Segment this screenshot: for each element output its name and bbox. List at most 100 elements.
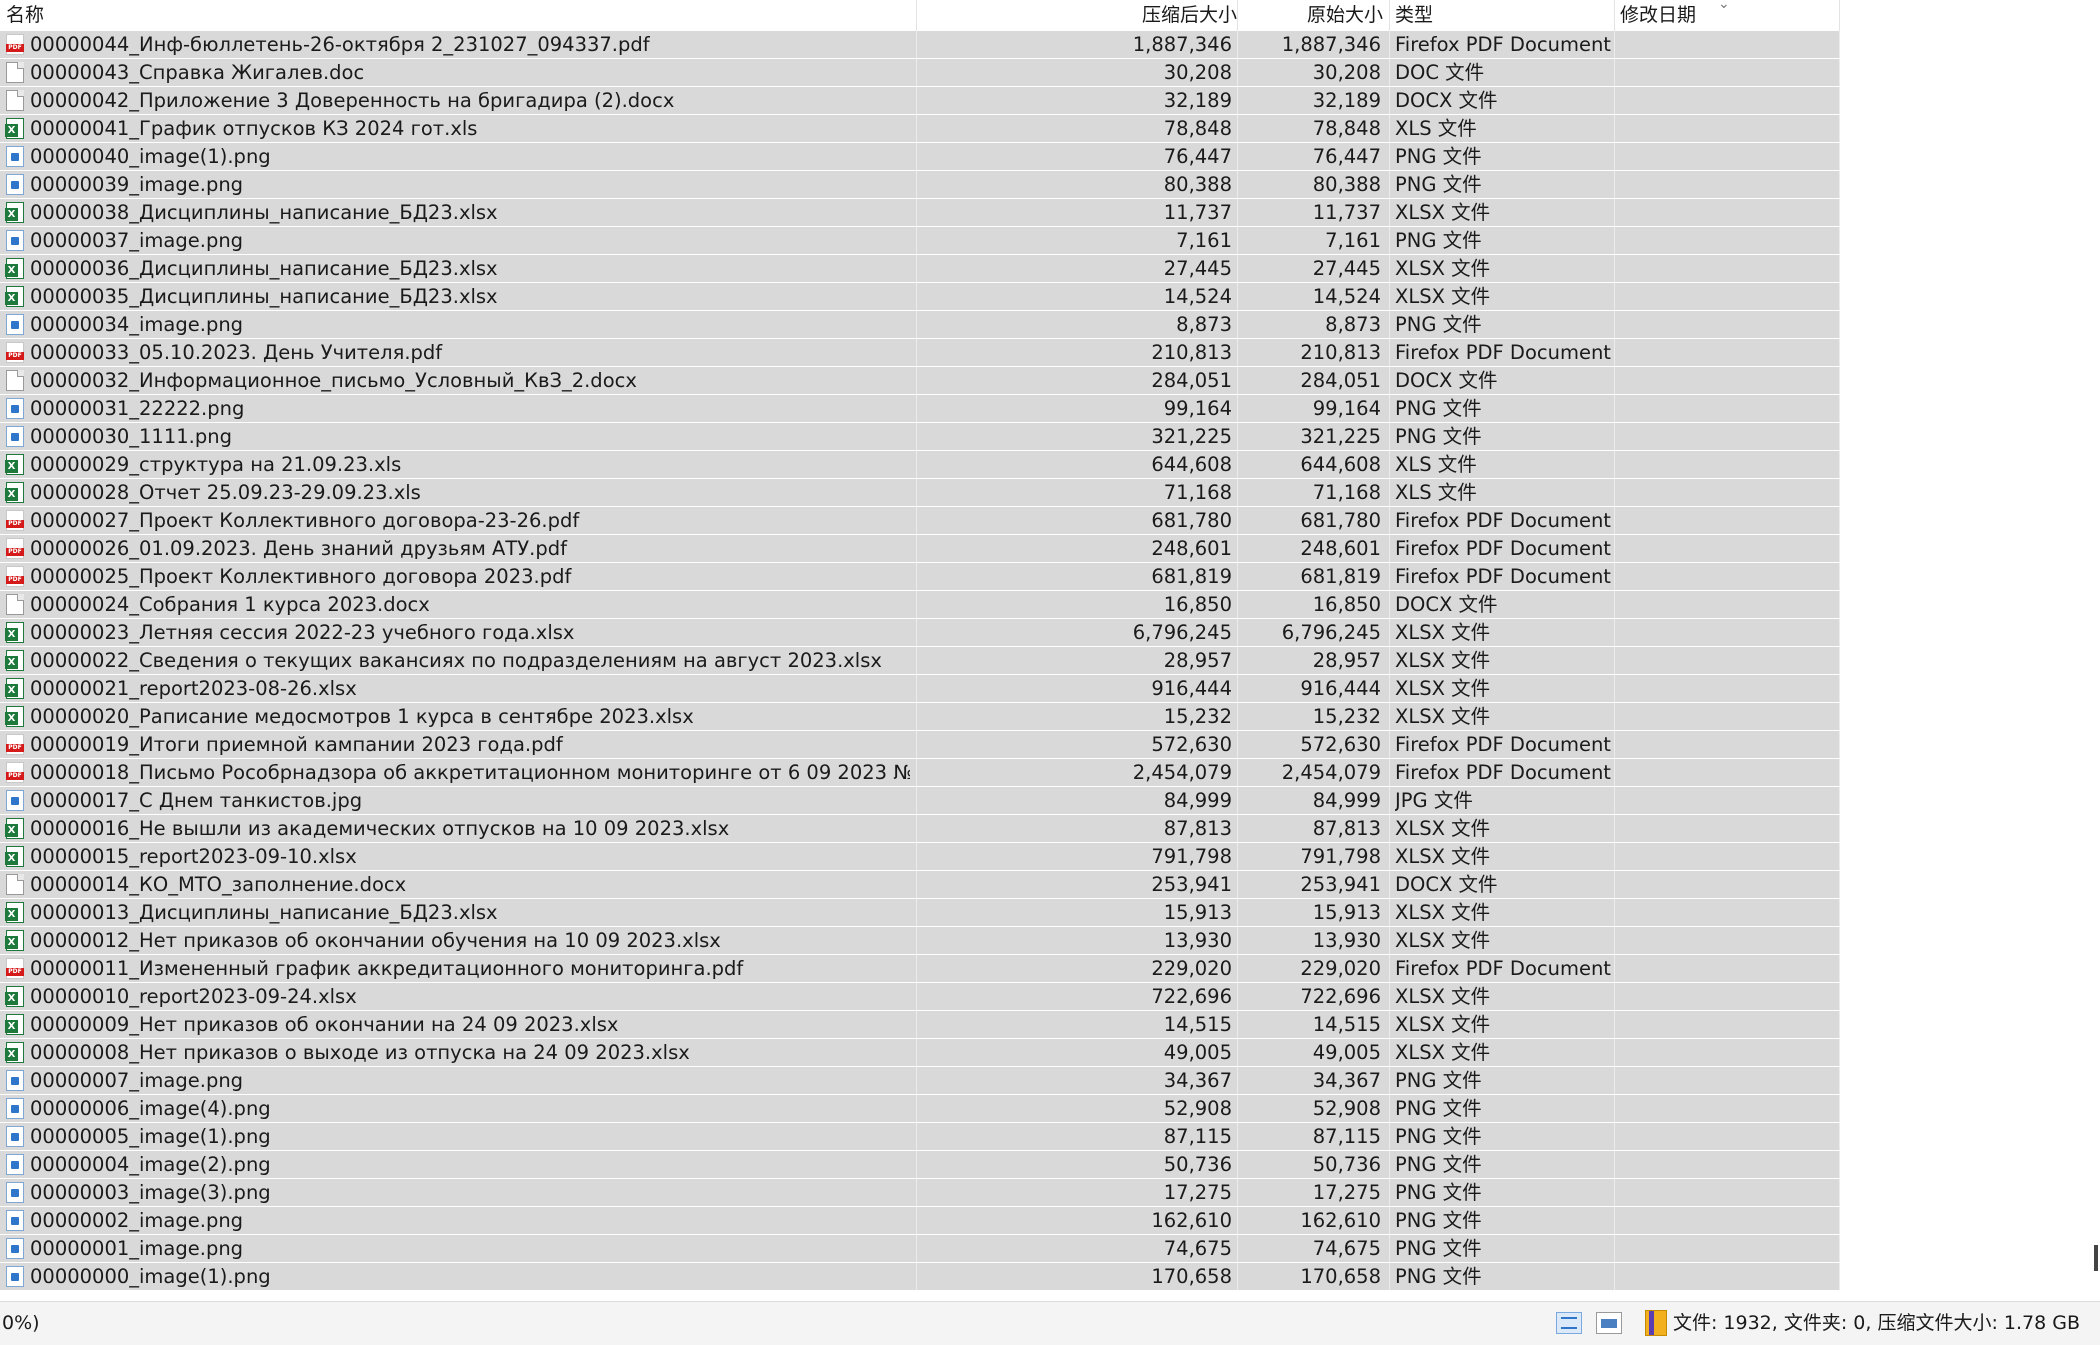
table-row[interactable]: 00000011_Измененный график аккредитацион… [0,955,1840,982]
table-row[interactable]: 00000019_Итоги приемной кампании 2023 го… [0,731,1840,758]
scroll-indicator[interactable] [2094,1245,2098,1271]
column-divider [1237,1263,1238,1290]
table-row[interactable]: 00000017_С Днем танкистов.jpg 84,999 84,99… [0,787,1840,814]
table-row[interactable]: 00000037_image.png 7,161 7,161 PNG 文件 [0,227,1840,254]
column-header-type[interactable]: 类型 [1395,0,1615,31]
table-row[interactable]: 00000034_image.png 8,873 8,873 PNG 文件 [0,311,1840,338]
file-type: XLSX 文件 [1395,201,1491,224]
compressed-size: 284,051 [1151,369,1232,392]
original-size: 14,524 [1312,285,1381,308]
table-row[interactable]: 00000039_image.png 80,388 80,388 PNG 文件 [0,171,1840,198]
table-row[interactable]: 00000031_22222.png 99,164 99,164 PNG 文件 [0,395,1840,422]
excel-spreadsheet-icon [5,650,24,671]
column-divider [916,787,917,814]
excel-spreadsheet-icon [5,902,24,923]
column-divider [1839,1179,1840,1206]
table-row[interactable]: 00000030_1111.png 321,225 321,225 PNG 文件 [0,423,1840,450]
table-row[interactable]: 00000009_Нет приказов об окончании на 24… [0,1011,1840,1038]
file-name: 00000002_image.png [30,1209,244,1232]
column-divider[interactable] [1614,0,1615,31]
table-row[interactable]: 00000025_Проект Коллективного договора 2… [0,563,1840,590]
column-divider [1839,395,1840,422]
column-divider[interactable] [1389,0,1390,31]
table-row[interactable]: 00000041_График отпусков КЗ 2024 гот.xls… [0,115,1840,142]
column-divider [916,423,917,450]
column-divider [1389,255,1390,282]
column-divider [1614,647,1615,674]
column-divider [1614,815,1615,842]
file-name: 00000032_Информационное_письмо_Условный_… [30,369,637,392]
table-row[interactable]: 00000021_report2023-08-26.xlsx 916,444 916… [0,675,1840,702]
file-name: 00000003_image(3).png [30,1181,271,1204]
table-row[interactable]: 00000042_Приложение 3 Доверенность на бр… [0,87,1840,114]
table-row[interactable]: 00000002_image.png 162,610 162,610 PNG 文件 [0,1207,1840,1234]
column-divider [1614,591,1615,618]
table-row[interactable]: 00000032_Информационное_письмо_Условный_… [0,367,1840,394]
column-divider [916,1263,917,1290]
image-file-icon [6,1154,24,1175]
image-file-icon [6,1098,24,1119]
table-row[interactable]: 00000026_01.09.2023. День знаний друзьям… [0,535,1840,562]
table-row[interactable]: 00000036_Дисциплины_написание_БД23.xlsx 2… [0,255,1840,282]
column-divider [1839,1123,1840,1150]
table-row[interactable]: 00000000_image(1).png 170,658 170,658 PNG 文… [0,1263,1840,1290]
table-row[interactable]: 00000003_image(3).png 17,275 17,275 PNG 文件 [0,1179,1840,1206]
table-row[interactable]: 00000044_Инф-бюллетень-26-октября 2_2310… [0,31,1840,58]
table-row[interactable]: 00000005_image(1).png 87,115 87,115 PNG 文件 [0,1123,1840,1150]
column-divider [1839,983,1840,1010]
column-divider [1237,983,1238,1010]
file-name: 00000007_image.png [30,1069,244,1092]
file-type: PNG 文件 [1395,1265,1482,1288]
file-type: Firefox PDF Document [1395,537,1611,560]
file-type: PNG 文件 [1395,1181,1482,1204]
table-row[interactable]: 00000027_Проект Коллективного договора-2… [0,507,1840,534]
file-type: XLSX 文件 [1395,621,1491,644]
table-row[interactable]: 00000022_Сведения о текущих вакансиях по… [0,647,1840,674]
column-header-compressed-size[interactable]: 压缩后大小 [917,0,1237,31]
column-header-name[interactable]: 名称 [6,0,916,31]
table-row[interactable]: 00000013_Дисциплины_написание_БД23.xlsx 1… [0,899,1840,926]
table-row[interactable]: 00000023_Летняя сессия 2022-23 учебного … [0,619,1840,646]
table-row[interactable]: 00000012_Нет приказов об окончании обуче… [0,927,1840,954]
column-divider [1237,759,1238,786]
column-divider [1614,115,1615,142]
column-header-modified-date[interactable]: 修改日期 [1620,0,1840,31]
excel-spreadsheet-icon [5,454,24,475]
table-row[interactable]: 00000020_Раписание медосмотров 1 курса в… [0,703,1840,730]
table-row[interactable]: 00000004_image(2).png 50,736 50,736 PNG 文件 [0,1151,1840,1178]
file-name: 00000024_Собрания 1 курса 2023.docx [30,593,430,616]
table-row[interactable]: 00000033_05.10.2023. День Учителя.pdf 210… [0,339,1840,366]
column-divider [1839,507,1840,534]
table-row[interactable]: 00000014_КО_МТО_заполнение.docx 253,941 25… [0,871,1840,898]
table-row[interactable]: 00000035_Дисциплины_написание_БД23.xlsx 1… [0,283,1840,310]
compressed-size: 14,524 [1163,285,1232,308]
column-header-original-size[interactable]: 原始大小 [1238,0,1383,31]
file-name: 00000036_Дисциплины_написание_БД23.xlsx [30,257,498,280]
column-divider [1389,311,1390,338]
table-row[interactable]: 00000008_Нет приказов о выходе из отпуск… [0,1039,1840,1066]
table-row[interactable]: 00000024_Собрания 1 курса 2023.docx 16,85… [0,591,1840,618]
thumbnail-view-icon[interactable] [1596,1312,1622,1334]
column-divider [1389,1263,1390,1290]
table-row[interactable]: 00000029_структура на 21.09.23.xls 644,60… [0,451,1840,478]
table-row[interactable]: 00000010_report2023-09-24.xlsx 722,696 722… [0,983,1840,1010]
column-divider [1614,843,1615,870]
column-divider [1839,451,1840,478]
details-view-icon[interactable] [1556,1312,1582,1334]
table-row[interactable]: 00000006_image(4).png 52,908 52,908 PNG 文件 [0,1095,1840,1122]
column-divider[interactable] [1839,0,1840,31]
column-divider [916,311,917,338]
column-divider [916,731,917,758]
table-row[interactable]: 00000018_Письмо Рособрнадзора об аккрети… [0,759,1840,786]
table-row[interactable]: 00000038_Дисциплины_написание_БД23.xlsx 1… [0,199,1840,226]
table-row[interactable]: 00000040_image(1).png 76,447 76,447 PNG 文件 [0,143,1840,170]
table-row[interactable]: 00000028_Отчет 25.09.23-29.09.23.xls 71,1… [0,479,1840,506]
table-row[interactable]: 00000016_Не вышли из академических отпус… [0,815,1840,842]
table-row[interactable]: 00000043_Справка Жигалев.doc 30,208 30,208… [0,59,1840,86]
table-row[interactable]: 00000007_image.png 34,367 34,367 PNG 文件 [0,1067,1840,1094]
table-row[interactable]: 00000015_report2023-09-10.xlsx 791,798 791… [0,843,1840,870]
column-divider [916,1095,917,1122]
original-size: 1,887,346 [1281,33,1381,56]
table-row[interactable]: 00000001_image.png 74,675 74,675 PNG 文件 [0,1235,1840,1262]
file-name: 00000021_report2023-08-26.xlsx [30,677,357,700]
